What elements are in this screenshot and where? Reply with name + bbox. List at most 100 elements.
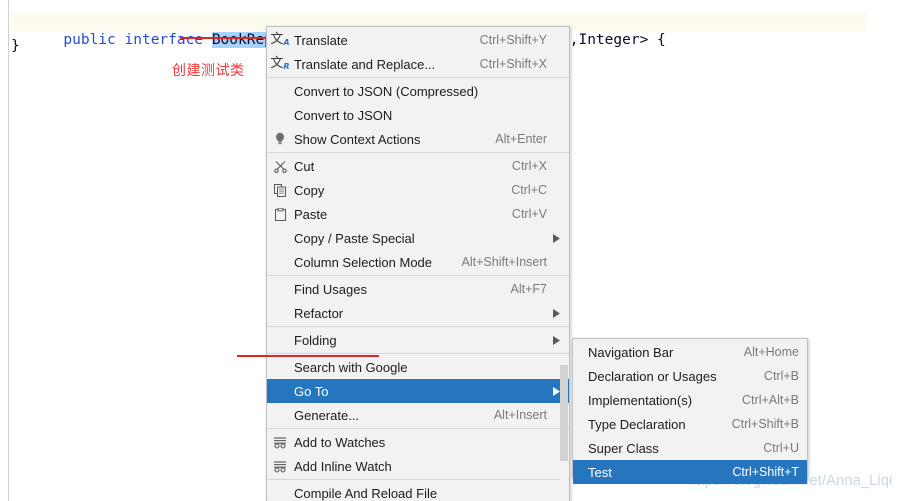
menu-item-shortcut: Ctrl+X bbox=[511, 159, 547, 173]
menu-item-shortcut: Ctrl+Shift+X bbox=[479, 57, 547, 71]
menu-separator bbox=[267, 326, 569, 327]
submenu-item-shortcut: Ctrl+Shift+B bbox=[731, 417, 799, 431]
context-menu-item-translate-and-replace[interactable]: 文R Translate and Replace... Ctrl+Shift+X bbox=[267, 52, 569, 76]
go-to-submenu[interactable]: Navigation Bar Alt+Home Declaration or Usa… bbox=[572, 338, 808, 484]
menu-separator bbox=[267, 275, 569, 276]
menu-item-shortcut: Ctrl+V bbox=[511, 207, 547, 221]
menu-item-shortcut: Ctrl+C bbox=[511, 183, 547, 197]
scissors-icon bbox=[267, 160, 293, 173]
submenu-arrow-icon bbox=[547, 308, 561, 318]
menu-separator bbox=[267, 428, 569, 429]
screenshot-root: public interface BookRepository extends … bbox=[0, 0, 910, 501]
context-menu-item-show-context-actions[interactable]: Show Context Actions Alt+Enter bbox=[267, 127, 569, 151]
chevron-right-icon bbox=[552, 308, 560, 318]
context-menu-item-go-to[interactable]: Go To bbox=[267, 379, 569, 403]
menu-item-shortcut: Ctrl+Shift+Y bbox=[479, 33, 547, 47]
context-menu-item-search-with-google[interactable]: Search with Google bbox=[267, 355, 569, 379]
watch-icon bbox=[267, 460, 293, 473]
menu-item-label: Translate bbox=[294, 32, 348, 48]
menu-item-label: Refactor bbox=[294, 305, 344, 321]
context-menu-item-copy-paste-special[interactable]: Copy / Paste Special bbox=[267, 226, 569, 250]
keyword-public: public bbox=[63, 32, 116, 48]
submenu-arrow-icon bbox=[547, 386, 561, 396]
chinese-annotation-note: 创建测试类 bbox=[172, 63, 245, 79]
editor-gutter bbox=[0, 0, 9, 501]
submenu-arrow-icon bbox=[547, 233, 561, 243]
menu-separator bbox=[267, 479, 569, 480]
chevron-right-icon bbox=[552, 386, 560, 396]
context-menu-item-convert-to-json[interactable]: Convert to JSON bbox=[267, 103, 569, 127]
translate-icon: 文A bbox=[267, 33, 293, 47]
menu-item-shortcut: Alt+Enter bbox=[495, 132, 547, 146]
chevron-right-icon bbox=[552, 335, 560, 345]
translate-replace-icon: 文R bbox=[270, 56, 290, 71]
space-2 bbox=[203, 32, 212, 48]
submenu-item-implementation-s[interactable]: Implementation(s) Ctrl+Alt+B bbox=[573, 388, 807, 412]
watch-icon bbox=[274, 436, 286, 449]
red-underline-annotation-goto bbox=[237, 355, 379, 357]
copy-icon bbox=[274, 183, 286, 197]
submenu-item-label: Navigation Bar bbox=[588, 344, 674, 360]
submenu-item-navigation-bar[interactable]: Navigation Bar Alt+Home bbox=[573, 340, 807, 364]
context-menu-item-refactor[interactable]: Refactor bbox=[267, 301, 569, 325]
submenu-item-shortcut: Ctrl+U bbox=[763, 441, 799, 455]
submenu-item-label: Declaration or Usages bbox=[588, 368, 717, 384]
submenu-item-shortcut: Ctrl+B bbox=[763, 369, 799, 383]
context-menu-item-compile-and-reload-file[interactable]: Compile And Reload File bbox=[267, 481, 569, 501]
context-menu-item-translate[interactable]: 文A Translate Ctrl+Shift+Y bbox=[267, 28, 569, 52]
menu-item-label: Cut bbox=[294, 158, 315, 174]
menu-item-label: Search with Google bbox=[294, 359, 408, 375]
submenu-item-label: Test bbox=[588, 464, 612, 480]
menu-item-label: Convert to JSON (Compressed) bbox=[294, 83, 479, 99]
submenu-item-type-declaration[interactable]: Type Declaration Ctrl+Shift+B bbox=[573, 412, 807, 436]
submenu-item-label: Type Declaration bbox=[588, 416, 686, 432]
chevron-right-icon bbox=[552, 233, 560, 243]
context-menu-scrollbar[interactable] bbox=[560, 365, 568, 501]
menu-item-label: Show Context Actions bbox=[294, 131, 421, 147]
space-1 bbox=[116, 32, 125, 48]
context-menu-item-find-usages[interactable]: Find Usages Alt+F7 bbox=[267, 277, 569, 301]
submenu-item-label: Super Class bbox=[588, 440, 659, 456]
scrollbar-thumb[interactable] bbox=[560, 365, 568, 461]
submenu-item-super-class[interactable]: Super Class Ctrl+U bbox=[573, 436, 807, 460]
menu-separator bbox=[267, 353, 569, 354]
menu-item-shortcut: Alt+F7 bbox=[510, 282, 547, 296]
context-menu-item-folding[interactable]: Folding bbox=[267, 328, 569, 352]
lightbulb-icon bbox=[267, 132, 293, 146]
context-menu-item-convert-to-json-compressed[interactable]: Convert to JSON (Compressed) bbox=[267, 79, 569, 103]
context-menu-item-copy[interactable]: Copy Ctrl+C bbox=[267, 178, 569, 202]
translate-icon: 文A bbox=[270, 32, 290, 47]
watch-icon bbox=[267, 436, 293, 449]
menu-item-shortcut: Alt+Insert bbox=[493, 408, 547, 422]
menu-separator bbox=[267, 152, 569, 153]
menu-item-label: Paste bbox=[294, 206, 328, 222]
submenu-item-shortcut: Ctrl+Shift+T bbox=[732, 465, 799, 479]
submenu-item-shortcut: Ctrl+Alt+B bbox=[742, 393, 799, 407]
menu-item-label: Column Selection Mode bbox=[294, 254, 433, 270]
menu-item-label: Copy / Paste Special bbox=[294, 230, 415, 246]
submenu-item-label: Implementation(s) bbox=[588, 392, 693, 408]
keyword-interface: interface bbox=[124, 32, 204, 48]
submenu-item-declaration-or-usages[interactable]: Declaration or Usages Ctrl+B bbox=[573, 364, 807, 388]
context-menu-item-paste[interactable]: Paste Ctrl+V bbox=[267, 202, 569, 226]
context-menu-item-generate[interactable]: Generate... Alt+Insert bbox=[267, 403, 569, 427]
translate-replace-icon: 文R bbox=[267, 57, 293, 71]
context-menu-item-list: 文A Translate Ctrl+Shift+Y 文R Translate and R… bbox=[267, 28, 569, 501]
lightbulb-icon bbox=[276, 132, 284, 145]
context-menu-item-add-inline-watch[interactable]: Add Inline Watch bbox=[267, 454, 569, 478]
watch-icon bbox=[274, 460, 286, 473]
menu-item-label: Add Inline Watch bbox=[294, 458, 392, 474]
editor-context-menu[interactable]: 文A Translate Ctrl+Shift+Y 文R Translate and R… bbox=[266, 26, 570, 501]
clipboard-icon bbox=[274, 207, 286, 221]
submenu-arrow-icon bbox=[547, 335, 561, 345]
menu-item-label: Go To bbox=[294, 383, 329, 399]
context-menu-item-column-selection-mode[interactable]: Column Selection Mode Alt+Shift+Insert bbox=[267, 250, 569, 274]
submenu-item-test[interactable]: Test Ctrl+Shift+T bbox=[573, 460, 807, 484]
context-menu-item-add-to-watches[interactable]: Add to Watches bbox=[267, 430, 569, 454]
submenu-item-shortcut: Alt+Home bbox=[743, 345, 799, 359]
clipboard-icon bbox=[267, 207, 293, 221]
menu-item-label: Copy bbox=[294, 182, 325, 198]
submenu-item-list: Navigation Bar Alt+Home Declaration or Usa… bbox=[573, 340, 807, 484]
context-menu-item-cut[interactable]: Cut Ctrl+X bbox=[267, 154, 569, 178]
code-line-2[interactable]: } bbox=[11, 37, 20, 56]
